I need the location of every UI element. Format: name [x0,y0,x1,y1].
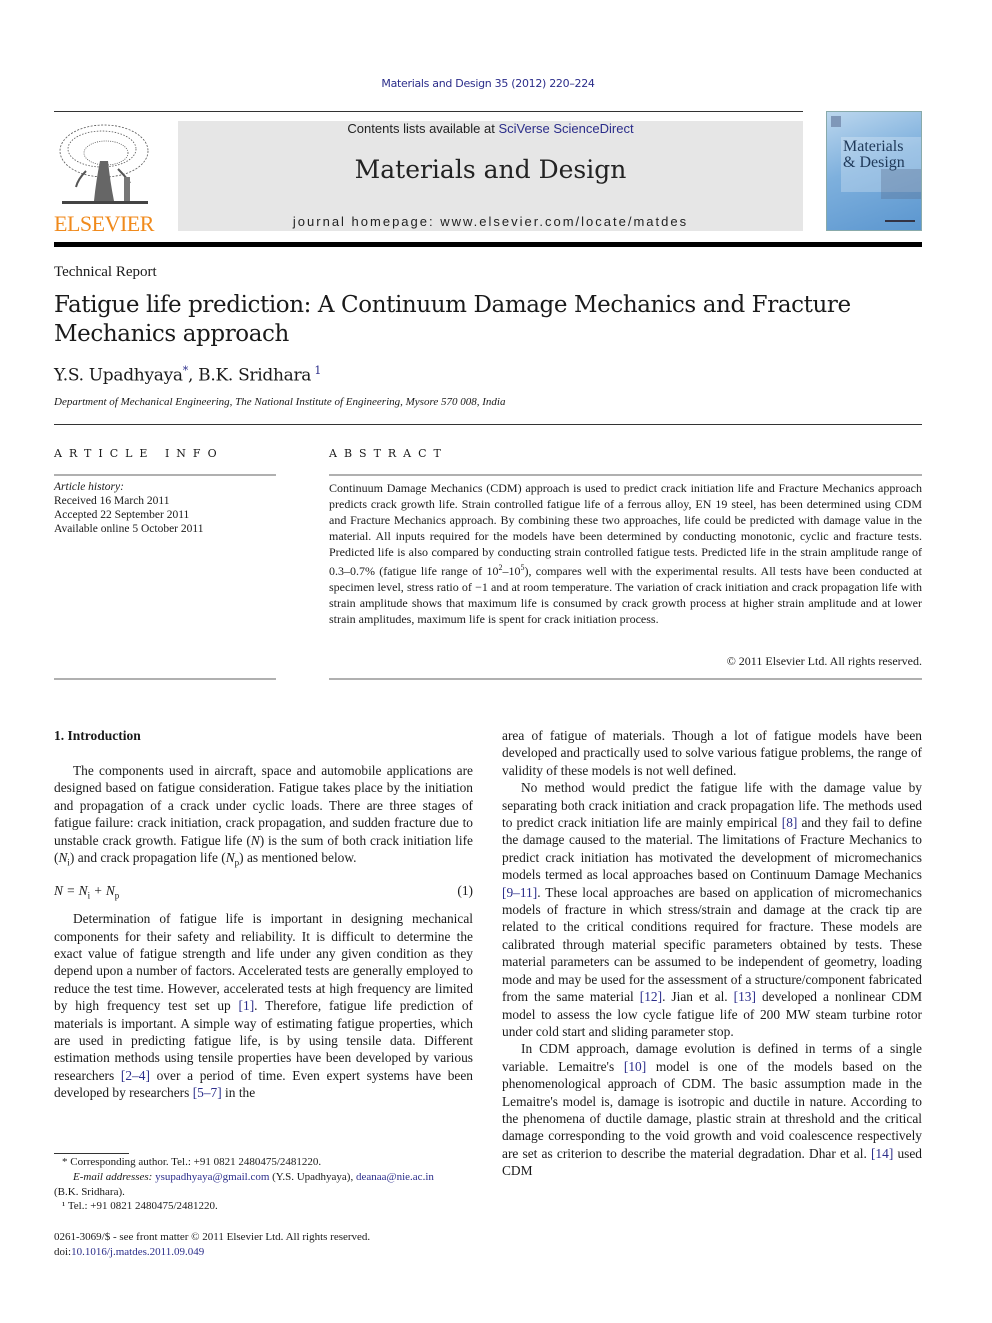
footnote-rule [54,1153,129,1154]
equation-1: N = Ni + Np (1) [54,878,473,908]
citation-link[interactable]: [1] [239,998,255,1013]
received-date: Received 16 March 2011 [54,495,170,507]
sciencedirect-link[interactable]: SciVerse ScienceDirect [498,121,633,136]
equation-number: (1) [457,883,473,899]
citation-link[interactable]: [5–7] [193,1085,222,1100]
email-link[interactable]: ysupadhyaya@gmail.com [155,1171,269,1183]
journal-title: Materials and Design [354,155,627,184]
elsevier-wordmark: ELSEVIER [54,211,154,236]
cover-publisher-badge [831,116,841,127]
email-footnote: E-mail addresses: ysupadhyaya@gmail.com … [54,1170,434,1198]
citation-link[interactable]: [14] [871,1146,893,1161]
footnotes: * Corresponding author. Tel.: +91 0821 2… [54,1155,473,1214]
journal-citation[interactable]: Materials and Design 35 (2012) 220–224 [0,77,976,90]
section-heading-introduction: 1. Introduction [54,728,141,743]
masthead-thick-rule [54,242,922,247]
front-matter: 0261-3069/$ - see front matter © 2011 El… [54,1230,494,1260]
cover-title-line2: & Design [843,154,905,171]
citation-link[interactable]: [2–4] [121,1068,150,1083]
corresponding-author-footnote: * Corresponding author. Tel.: +91 0821 2… [62,1156,322,1168]
paragraph: In CDM approach, damage evolution is def… [502,1041,922,1179]
abstract-copyright: © 2011 Elsevier Ltd. All rights reserved… [726,654,922,668]
accepted-date: Accepted 22 September 2011 [54,509,190,521]
elsevier-logo[interactable]: ELSEVIER [54,121,154,236]
elsevier-tree-icon [59,124,149,204]
contents-line: Contents lists available at SciVerse Sci… [178,121,803,136]
article-info-heading: ARTICLE INFO [54,447,224,460]
cover-strip [881,169,921,199]
author-list: Y.S. Upadhyaya*, B.K. Sridhara 1 [54,364,321,386]
journal-cover-image[interactable]: Materials & Design [826,111,922,231]
email-link[interactable]: deanaa@nie.ac.in [356,1171,434,1183]
info-rule-bottom [54,678,276,680]
abstract-rule-top [329,474,922,476]
citation-link[interactable]: [10] [624,1059,646,1074]
paragraph: No method would predict the fatigue life… [502,780,923,1039]
issn-line: 0261-3069/$ - see front matter © 2011 El… [54,1231,371,1243]
cover-footer-mark [885,220,915,222]
affiliation: Department of Mechanical Engineering, Th… [54,396,506,408]
journal-homepage-link[interactable]: journal homepage: www.elsevier.com/locat… [178,214,803,229]
info-rule-top [54,474,276,476]
header-rule [54,111,803,112]
citation-link[interactable]: [12] [640,989,662,1004]
article-title: Fatigue life prediction: A Continuum Dam… [54,292,851,347]
article-history-label: Article history: [54,481,124,493]
equation-expression: N = Ni + Np [54,883,120,901]
citation-link[interactable]: [8] [782,815,798,830]
article-history: Article history: Received 16 March 2011 … [54,480,276,536]
author-separator: , [187,365,199,386]
abstract-heading: ABSTRACT [329,447,448,460]
available-online-date: Available online 5 October 2011 [54,523,204,535]
body-column-left: The components used in aircraft, space a… [54,762,473,1102]
cover-title: Materials & Design [843,139,905,171]
journal-masthead: Contents lists available at SciVerse Sci… [178,121,803,231]
author-name[interactable]: B.K. Sridhara [198,366,311,386]
paragraph-continued: area of fatigue of materials. Though a l… [502,728,922,778]
paragraph: The components used in aircraft, space a… [54,763,473,868]
citation-link[interactable]: [13] [734,989,756,1004]
citation-link[interactable]: [9–11] [502,885,537,900]
abstract-text: Continuum Damage Mechanics (CDM) approac… [329,480,922,627]
affiliation-rule [54,424,922,425]
article-type: Technical Report [54,264,157,280]
doi-line: doi:10.1016/j.matdes.2011.09.049 [54,1246,205,1258]
paragraph: Determination of fatigue life is importa… [54,911,473,1101]
author-name[interactable]: Y.S. Upadhyaya [54,366,183,386]
contents-prefix: Contents lists available at [347,121,499,136]
cover-title-line1: Materials [843,138,904,155]
footnote-1: ¹ Tel.: +91 0821 2480475/2481220. [62,1200,218,1213]
footnote-mark[interactable]: 1 [314,364,321,377]
body-column-right: area of fatigue of materials. Though a l… [502,727,922,1180]
abstract-text-part: –10 [502,564,521,578]
abstract-rule-bottom [329,678,922,680]
doi-link[interactable]: 10.1016/j.matdes.2011.09.049 [71,1246,204,1258]
